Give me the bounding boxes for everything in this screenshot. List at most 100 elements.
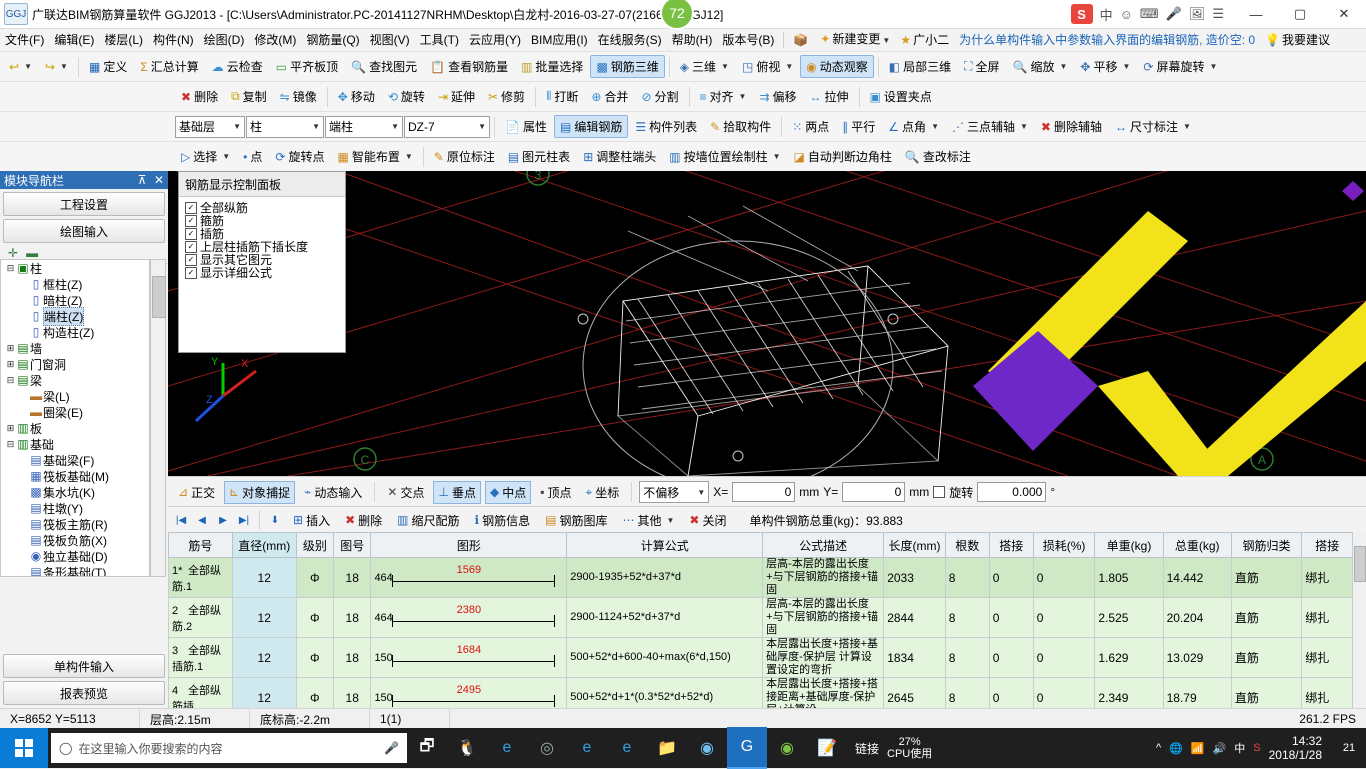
cell-count[interactable]: 8 [944, 597, 990, 638]
delete-button[interactable]: ✖ 删除 [175, 85, 224, 108]
tree-item[interactable]: ▯ 端柱(Z) [1, 306, 149, 326]
th-lap[interactable]: 搭接 [988, 532, 1034, 558]
menu-new-change[interactable]: ✦ 新建变更 ▼ [815, 28, 895, 52]
cell-figure-no[interactable]: 18 [333, 637, 372, 678]
undo-button[interactable]: ↩ ▼ [3, 55, 38, 78]
cell-lap[interactable]: 0 [988, 637, 1034, 678]
stretch-button[interactable]: ↔ 拉伸 [804, 85, 855, 108]
sogou-logo-icon[interactable]: S [1070, 4, 1093, 24]
tree-item[interactable]: ▩ 集水坑(K) [1, 484, 149, 500]
cell-total-weight[interactable]: 18.79 [1162, 677, 1232, 708]
cell-grade[interactable]: Φ [295, 597, 335, 638]
merge-button[interactable]: ⊕ 合并 [585, 85, 634, 108]
object-snap-toggle[interactable]: ⊾ 对象捕捉 [224, 480, 296, 504]
cell-formula[interactable]: 500+52*d+1*(0.3*52*d+52*d) [566, 677, 764, 708]
cell-count[interactable]: 8 [944, 557, 990, 598]
wifi-icon[interactable]: 📶 [1191, 742, 1205, 755]
menu-item-draw[interactable]: 绘图(D) [199, 29, 250, 51]
cell-figure[interactable]: 464 2380 [370, 597, 568, 638]
table-row[interactable]: 4 全部纵筋插 12 Φ 18 150 2495 500+52*d+1*(0.3*52*d+5… [168, 677, 1353, 708]
offset-mode-select[interactable]: 不偏移 ▼ [639, 481, 710, 503]
th-rebar-class[interactable]: 钢筋归类 [1230, 532, 1303, 558]
tree-expander-icon[interactable]: ⊞ [5, 359, 16, 370]
menu-suggestion[interactable]: 💡 我要建议 [1260, 29, 1335, 51]
dimension-button[interactable]: ↔ 尺寸标注 ▼ [1109, 115, 1197, 138]
cell-length[interactable]: 1834 [883, 637, 946, 678]
microphone-icon[interactable]: 🎤 [1166, 6, 1182, 22]
cell-lap[interactable]: 0 [988, 597, 1034, 638]
define-button[interactable]: ▦ 定义 [83, 55, 133, 78]
rebar-display-control-panel[interactable]: 钢筋显示控制面板 ✓ 全部纵筋 ✓ 箍筋 ✓ 插筋 ✓ 上层柱插筋下插长度 ✓ 显示其它图… [178, 171, 346, 353]
check-show-detailed-formula[interactable]: ✓ 显示详细公式 [181, 266, 345, 280]
break-button[interactable]: ⦀ 打断 [540, 85, 584, 108]
th-rebar-no[interactable]: 筋号 [168, 532, 233, 558]
rotate-input[interactable]: 0.000 [977, 482, 1047, 502]
menu-item-component[interactable]: 构件(N) [148, 29, 199, 51]
menu-item-floor[interactable]: 楼层(L) [99, 29, 148, 51]
th-formula-desc[interactable]: 公式描述 [762, 532, 885, 558]
cell-formula-desc[interactable]: 本层露出长度+搭接+基础厚度-保护层 计算设置设定的弯折 [762, 637, 885, 678]
tree-expander-icon[interactable]: ⊞ [5, 423, 16, 434]
rotate-checkbox[interactable] [933, 486, 946, 498]
pan-button[interactable]: ✥ 平移 ▼ [1074, 55, 1136, 78]
menu-item-help[interactable]: 帮助(H) [667, 29, 718, 51]
tree-expander-icon[interactable]: ⊞ [5, 343, 16, 354]
insitu-label-button[interactable]: ✎ 原位标注 [428, 145, 501, 168]
rotate-point-button[interactable]: ⟳ 旋转点 [269, 145, 330, 168]
x-input[interactable]: 0 [732, 482, 796, 502]
taskbar-link-label[interactable]: 链接 [847, 728, 887, 768]
download-button[interactable]: ⬇ [266, 511, 284, 529]
cell-formula[interactable]: 500+52*d+600-40+max(6*d,150) [566, 637, 764, 678]
checkbox-icon[interactable]: ✓ [185, 266, 197, 279]
cell-lap[interactable]: 0 [988, 557, 1034, 598]
add-node-icon[interactable]: ✛ [8, 246, 18, 260]
table-row[interactable]: 3 全部纵插筋.1 12 Φ 18 150 1684 500+52*d+600-40+max(… [168, 637, 1353, 678]
cell-figure-no[interactable]: 18 [333, 677, 372, 708]
dynamic-input-toggle[interactable]: ⌁ 动态输入 [299, 481, 367, 504]
zoom-button[interactable]: 🔍 缩放 ▼ [1007, 55, 1074, 78]
cell-figure-no[interactable]: 18 [333, 557, 372, 598]
element-column-table-button[interactable]: ▤ 图元柱表 [502, 145, 576, 168]
th-figure[interactable]: 图形 [370, 532, 568, 558]
component-list-button[interactable]: ☰ 构件列表 [629, 115, 703, 138]
menu-guangxiaoer[interactable]: ★ 广小二 [895, 29, 954, 51]
cell-lap-type[interactable]: 绑扎 [1301, 637, 1353, 678]
menu-item-modify[interactable]: 修改(M) [249, 29, 301, 51]
table-row[interactable]: 2 全部纵筋.2 12 Φ 18 464 2380 2900-1124+52*d+37*d 层高… [168, 597, 1353, 638]
cell-loss[interactable]: 0 [1032, 677, 1096, 708]
image-icon[interactable]: 🖼 [1189, 6, 1206, 22]
more-icon[interactable]: ☰ [1212, 6, 1224, 22]
edit-rebar-button[interactable]: ▤ 编辑钢筋 [553, 115, 629, 138]
cell-total-weight[interactable]: 13.029 [1162, 637, 1232, 678]
volume-icon[interactable]: 🔊 [1213, 742, 1227, 755]
th-count[interactable]: 根数 [944, 532, 990, 558]
tree-item[interactable]: ▤ 条形基础(T) [1, 564, 149, 576]
minimize-button[interactable]: — [1234, 0, 1278, 28]
rebar-3d-button[interactable]: ▩ 钢筋三维 [590, 55, 665, 78]
summary-calc-button[interactable]: Σ 汇总计算 [134, 55, 204, 78]
cell-figure[interactable]: 150 1684 [370, 637, 568, 678]
cell-length[interactable]: 2033 [883, 557, 946, 598]
cell-unit-weight[interactable]: 2.349 [1094, 677, 1164, 708]
notification-badge[interactable]: 72 [660, 0, 694, 30]
table-row[interactable]: 1* 全部纵筋.1 12 Φ 18 464 1569 2900-1935+52*d+37*d 层… [168, 557, 1353, 598]
th-diameter[interactable]: 直径(mm) [231, 532, 297, 558]
next-record-button[interactable]: ▶ [214, 511, 232, 529]
select-tool-button[interactable]: ▷ 选择 ▼ [175, 145, 236, 168]
tray-expand-icon[interactable]: ^ [1156, 742, 1161, 754]
align-slab-top-button[interactable]: ▭ 平齐板顶 [270, 55, 344, 78]
cell-count[interactable]: 8 [944, 677, 990, 708]
taskbar-app-ie2[interactable]: e [607, 728, 647, 768]
set-grip-button[interactable]: ▣ 设置夹点 [864, 85, 938, 108]
sidebar-item-report-preview[interactable]: 报表预览 [3, 681, 165, 705]
extend-button[interactable]: ⇥ 延伸 [432, 85, 481, 108]
screen-rotate-button[interactable]: ⟳ 屏幕旋转 ▼ [1137, 55, 1223, 78]
task-view-button[interactable]: 🗗 [407, 728, 447, 768]
cell-formula-desc[interactable]: 层高-本层的露出长度+与下层钢筋的搭接+锚固 [762, 557, 885, 598]
rebar-table-container[interactable]: 筋号 直径(mm) 级别 图号 图形 计算公式 公式描述 长度(mm) 根数 搭… [168, 532, 1366, 708]
point-tool-button[interactable]: • 点 [237, 145, 268, 168]
auto-judge-corner-column-button[interactable]: ◪ 自动判断边角柱 [788, 145, 898, 168]
cell-unit-weight[interactable]: 2.525 [1094, 597, 1164, 638]
th-length[interactable]: 长度(mm) [883, 532, 946, 558]
sidebar-item-single-component-input[interactable]: 单构件输入 [3, 654, 165, 678]
